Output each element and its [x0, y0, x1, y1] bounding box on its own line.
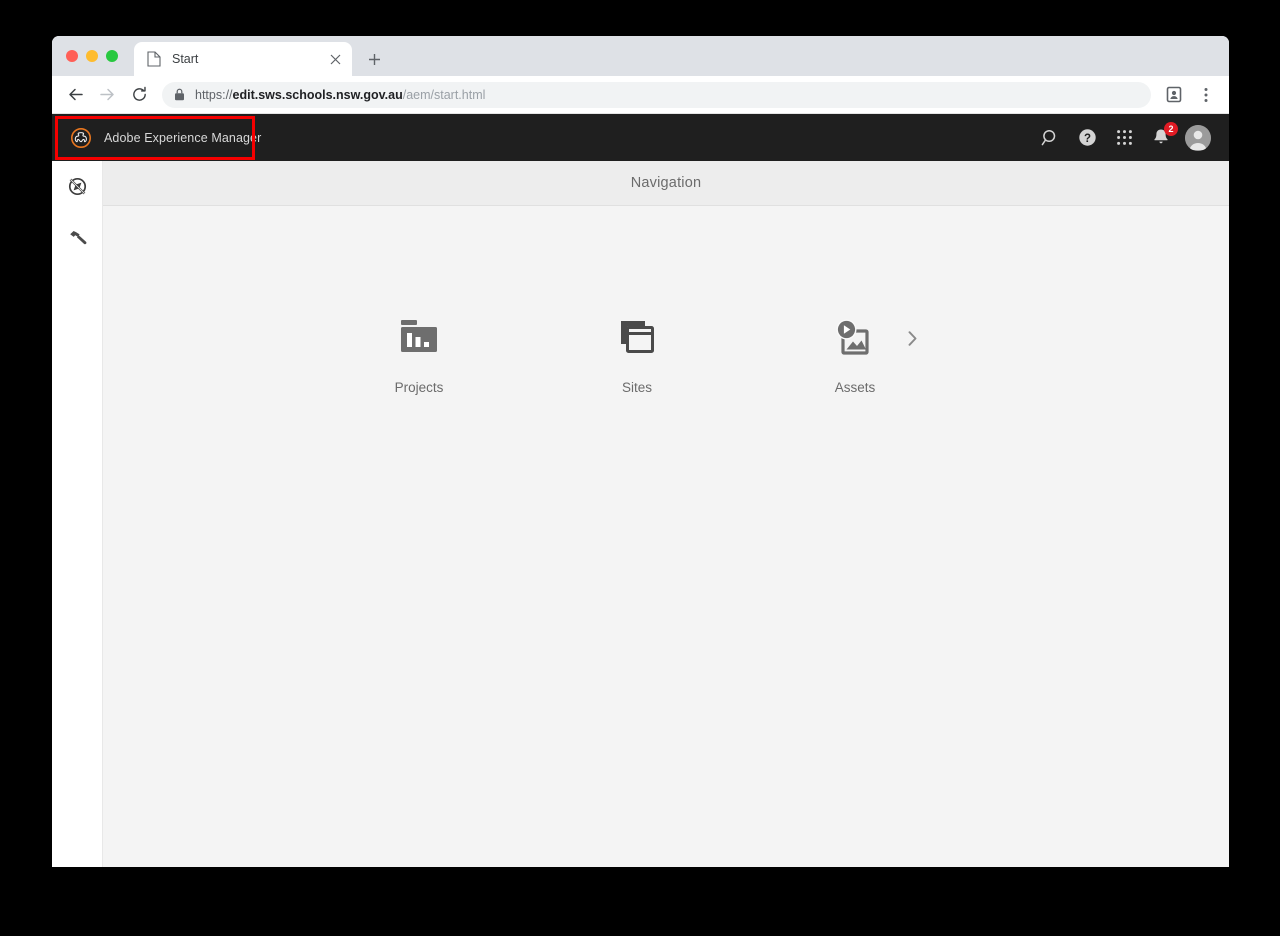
search-icon[interactable]: [1037, 125, 1063, 151]
adobe-experience-manager-logo: [70, 127, 92, 149]
navigation-toggle-icon[interactable]: [57, 169, 97, 203]
aem-content-area: Navigation Projects Sites Assets: [103, 161, 1229, 867]
browser-window: Start https://edit.sws.schools.nsw.gov.a…: [52, 36, 1229, 867]
nav-tile-sites[interactable]: Sites: [583, 311, 691, 395]
aem-header-actions: ? 2: [1037, 121, 1229, 151]
browser-tab-start[interactable]: Start: [134, 42, 352, 76]
solutions-grid-icon[interactable]: [1111, 125, 1137, 151]
nav-tile-assets[interactable]: Assets: [801, 311, 917, 395]
navigation-header: Navigation: [103, 161, 1229, 206]
forward-button[interactable]: [92, 80, 122, 110]
help-icon[interactable]: ?: [1074, 125, 1100, 151]
browser-toolbar: https://edit.sws.schools.nsw.gov.au/aem/…: [52, 76, 1229, 114]
address-bar[interactable]: https://edit.sws.schools.nsw.gov.au/aem/…: [162, 81, 1151, 108]
navigation-tiles: Projects Sites Assets: [103, 311, 1229, 395]
url-scheme: https://: [195, 87, 233, 102]
browser-tab-title: Start: [172, 52, 199, 66]
new-tab-button[interactable]: [360, 45, 388, 73]
window-controls: [62, 36, 126, 76]
avatar[interactable]: [1185, 124, 1211, 151]
aem-header-bar: Adobe Experience Manager ? 2: [52, 114, 1229, 161]
nav-tile-label: Projects: [394, 380, 444, 395]
sites-windows-icon: [615, 311, 659, 365]
browser-tab-strip: Start: [52, 36, 1229, 76]
projects-folder-chart-icon: [397, 311, 441, 365]
profile-card-icon[interactable]: [1159, 80, 1189, 110]
navigation-tiles-area: Projects Sites Assets: [103, 206, 1229, 867]
nav-tile-label: Sites: [621, 380, 652, 395]
url-path: /aem/start.html: [402, 87, 486, 102]
aem-left-rail: [52, 161, 103, 867]
tools-hammer-icon[interactable]: [57, 221, 97, 255]
close-window-button[interactable]: [66, 50, 78, 62]
minimize-window-button[interactable]: [86, 50, 98, 62]
notifications-badge: 2: [1164, 121, 1178, 136]
assets-media-icon: [832, 311, 878, 365]
close-tab-button[interactable]: [326, 50, 344, 68]
page-icon: [146, 51, 162, 67]
nav-tile-label: Assets: [834, 380, 876, 395]
aem-application: Adobe Experience Manager ? 2 Navigation …: [52, 114, 1229, 867]
aem-brand-title: Adobe Experience Manager: [104, 130, 262, 145]
address-bar-url: https://edit.sws.schools.nsw.gov.au/aem/…: [195, 88, 485, 102]
url-domain: edit.sws.schools.nsw.gov.au: [232, 87, 403, 102]
chevron-right-icon[interactable]: [908, 331, 917, 346]
kebab-menu-icon[interactable]: [1191, 80, 1221, 110]
notifications-bell-icon[interactable]: 2: [1148, 121, 1178, 151]
back-button[interactable]: [60, 80, 90, 110]
nav-tile-projects[interactable]: Projects: [365, 311, 473, 395]
reload-button[interactable]: [124, 80, 154, 110]
maximize-window-button[interactable]: [106, 50, 118, 62]
lock-icon: [174, 88, 185, 101]
page-title: Navigation: [630, 175, 702, 191]
svg-text:?: ?: [1083, 133, 1090, 145]
aem-brand[interactable]: Adobe Experience Manager: [52, 114, 277, 161]
aem-body: Navigation Projects Sites Assets: [52, 161, 1229, 867]
